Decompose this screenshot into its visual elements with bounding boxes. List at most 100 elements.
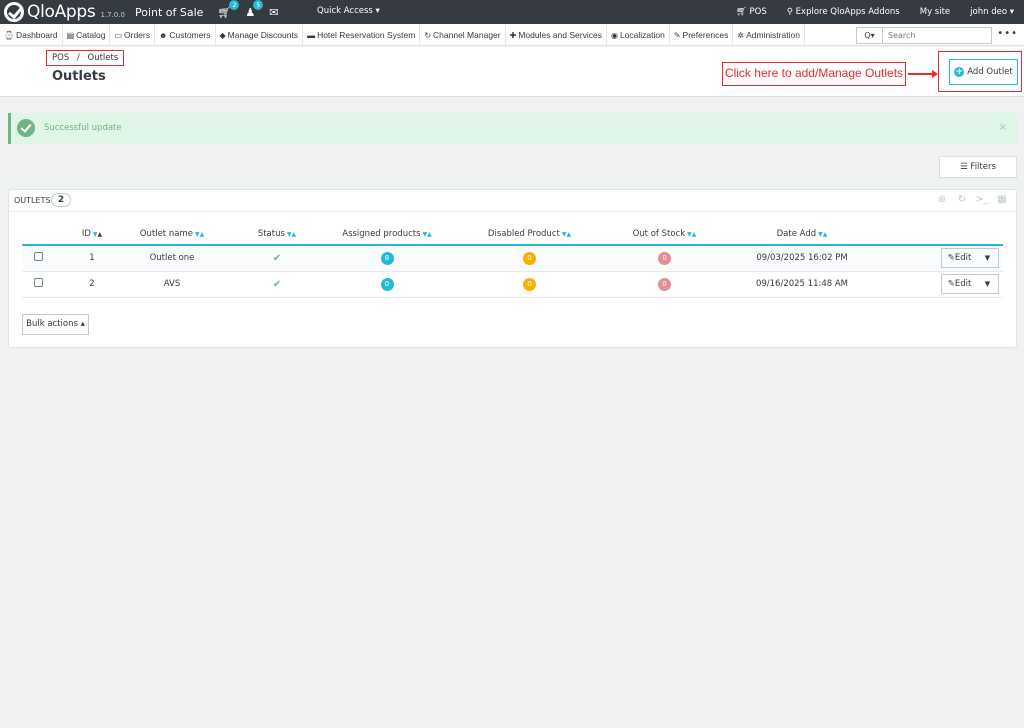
nav-item-orders[interactable]: ▭ Orders <box>110 23 155 46</box>
more-menu-icon[interactable]: ••• <box>997 28 1018 39</box>
edit-button[interactable]: ✎Edit <box>942 249 977 267</box>
filters-button[interactable]: ☰ Filters <box>939 156 1017 178</box>
bulk-actions-button[interactable]: Bulk actions ▴ <box>22 314 89 335</box>
page-title: Outlets <box>52 69 106 84</box>
nav-item-customers[interactable]: ☻ Customers <box>155 23 216 46</box>
row-checkbox[interactable] <box>34 278 43 287</box>
column-header-outlet-name[interactable]: Outlet name ▼▲ <box>112 223 232 246</box>
cell-out-of-stock: 0 <box>607 271 722 298</box>
add-outlet-button[interactable]: + Add Outlet <box>949 59 1018 85</box>
nav-item-administration[interactable]: ✲ Administration <box>733 23 805 46</box>
edit-button[interactable]: ✎Edit <box>942 275 977 293</box>
app-logo[interactable]: QloApps 1.7.0.0 <box>4 2 125 22</box>
messages-notification[interactable]: ✉ <box>269 6 278 19</box>
app-name: QloApps <box>27 2 96 22</box>
cell-actions: ✎Edit ▼ <box>882 245 1003 272</box>
check-icon[interactable]: ✔ <box>273 279 281 290</box>
panel-title: OUTLETS <box>14 196 51 205</box>
user-menu[interactable]: john deo ▾ <box>970 7 1014 17</box>
pencil-icon: ✎ <box>947 279 955 289</box>
nav-item-channel-manager[interactable]: ↻ Channel Manager <box>420 23 506 46</box>
nav-item-dashboard[interactable]: ⌚ Dashboard <box>0 23 63 46</box>
out-of-stock-count-badge: 0 <box>658 277 671 291</box>
book-icon: ▤ <box>66 30 75 40</box>
column-header-out-of-stock[interactable]: Out of Stock ▼▲ <box>607 223 722 246</box>
sort-desc-icon[interactable]: ▼▲ <box>687 231 696 238</box>
refresh-icon: ↻ <box>424 30 432 40</box>
breadcrumb-separator: / <box>76 53 80 63</box>
explore-addons-link[interactable]: ⚲ Explore QloApps Addons <box>787 7 900 17</box>
puzzle-icon: ⚲ <box>786 7 796 17</box>
tag-icon: ◆ <box>219 30 226 40</box>
table-row[interactable]: 2 AVS ✔ 0 0 0 09/16/2025 11:48 AM ✎Edit … <box>22 271 1003 298</box>
cell-disabled-product: 0 <box>452 271 607 298</box>
nav-item-modules[interactable]: ✚ Modules and Services <box>506 23 607 46</box>
nav-item-preferences[interactable]: ✎ Preferences <box>670 23 734 46</box>
globe-icon: ◉ <box>610 30 618 40</box>
column-header-date-add[interactable]: Date Add ▼▲ <box>722 223 882 246</box>
annotation-callout: Click here to add/Manage Outlets <box>722 62 906 86</box>
outlets-table: ID ▼▲ Outlet name ▼▲ Status ▼▲ Assigned pro… <box>22 223 1003 298</box>
cell-date-add: 09/03/2025 16:02 PM <box>722 245 882 272</box>
table-header-row: ID ▼▲ Outlet name ▼▲ Status ▼▲ Assigned pro… <box>22 223 1003 246</box>
sort-desc-icon[interactable]: ▼▲ <box>562 231 571 238</box>
cell-id: 2 <box>72 271 112 298</box>
sliders-icon: ☰ <box>960 162 971 172</box>
cart-icon: 🛒︎ <box>736 7 750 17</box>
envelope-icon: ✉ <box>269 5 279 19</box>
database-icon[interactable]: ▦ <box>992 194 1012 205</box>
quick-access-dropdown[interactable]: Quick Access ▾ <box>317 6 380 16</box>
cart-badge: 2 <box>229 0 240 10</box>
search-bar: Q▾ <box>856 27 992 44</box>
my-site-link[interactable]: My site <box>920 7 950 17</box>
nav-item-hotel-reservation[interactable]: ▬ Hotel Reservation System <box>303 23 421 46</box>
nav-item-manage-discounts[interactable]: ◆ Manage Discounts <box>216 23 304 46</box>
column-header-disabled-product[interactable]: Disabled Product ▼▲ <box>452 223 607 246</box>
pos-link[interactable]: 🛒︎ POS <box>736 7 767 17</box>
column-header-assigned-products[interactable]: Assigned products ▼▲ <box>322 223 452 246</box>
puzzle-icon: ✚ <box>509 30 517 40</box>
cell-date-add: 09/16/2025 11:48 AM <box>722 271 882 298</box>
wrench-icon: ✎ <box>673 30 681 40</box>
count-badge: 2 <box>51 193 71 207</box>
cell-outlet-name: Outlet one <box>112 245 232 272</box>
column-header-id[interactable]: ID ▼▲ <box>72 223 112 246</box>
cart-notification[interactable]: 🛒︎ 2 <box>217 0 240 19</box>
row-checkbox[interactable] <box>34 252 43 262</box>
add-new-icon[interactable]: ⊕ <box>932 194 952 205</box>
breadcrumb-pos[interactable]: POS <box>52 53 69 63</box>
customer-notification[interactable]: ♟ 5 <box>245 0 264 19</box>
search-input[interactable] <box>882 27 992 44</box>
nav-item-catalog[interactable]: ▤ Catalog <box>63 23 111 46</box>
caret-down-icon[interactable]: ▼ <box>977 249 998 267</box>
page-header: POS / Outlets Outlets Click here to add/… <box>0 47 1024 97</box>
nav-item-localization[interactable]: ◉ Localization <box>607 23 670 46</box>
sort-desc-icon[interactable]: ▼▲ <box>195 231 204 238</box>
refresh-icon[interactable]: ↻ <box>952 194 972 205</box>
actions-column-header <box>882 223 1003 246</box>
sort-desc-icon[interactable]: ▼▲ <box>423 231 432 238</box>
pencil-icon: ✎ <box>947 253 955 264</box>
bed-icon: ▬ <box>307 30 316 40</box>
sort-desc-icon[interactable]: ▼▲ <box>818 231 827 238</box>
caret-down-icon[interactable]: ▼ <box>977 275 998 293</box>
sort-desc-icon[interactable]: ▼▲ <box>287 231 296 238</box>
table-row[interactable]: 1 Outlet one ✔ 8 0 0 09/03/2025 16:02 PM… <box>22 245 1003 272</box>
search-type-button[interactable]: Q▾ <box>856 27 882 44</box>
close-icon[interactable]: × <box>999 122 1007 133</box>
row-select <box>22 245 72 272</box>
check-icon[interactable]: ✔ <box>273 253 281 264</box>
column-header-status[interactable]: Status ▼▲ <box>232 223 322 246</box>
breadcrumb-outlets[interactable]: Outlets <box>88 53 119 63</box>
annotation-arrow <box>908 70 938 77</box>
sql-query-icon[interactable]: >_ <box>972 194 992 205</box>
disabled-count-badge: 0 <box>523 251 536 265</box>
sort-asc-icon[interactable]: ▲ <box>98 231 103 238</box>
row-action-group: ✎Edit ▼ <box>941 248 999 269</box>
cell-out-of-stock: 0 <box>607 245 722 272</box>
panel-toolbar: ⊕ ↻ >_ ▦ <box>932 194 1012 205</box>
customer-badge: 5 <box>253 0 264 10</box>
row-select <box>22 271 72 298</box>
check-circle-icon <box>17 119 35 137</box>
qloapps-logo-icon <box>4 2 24 22</box>
